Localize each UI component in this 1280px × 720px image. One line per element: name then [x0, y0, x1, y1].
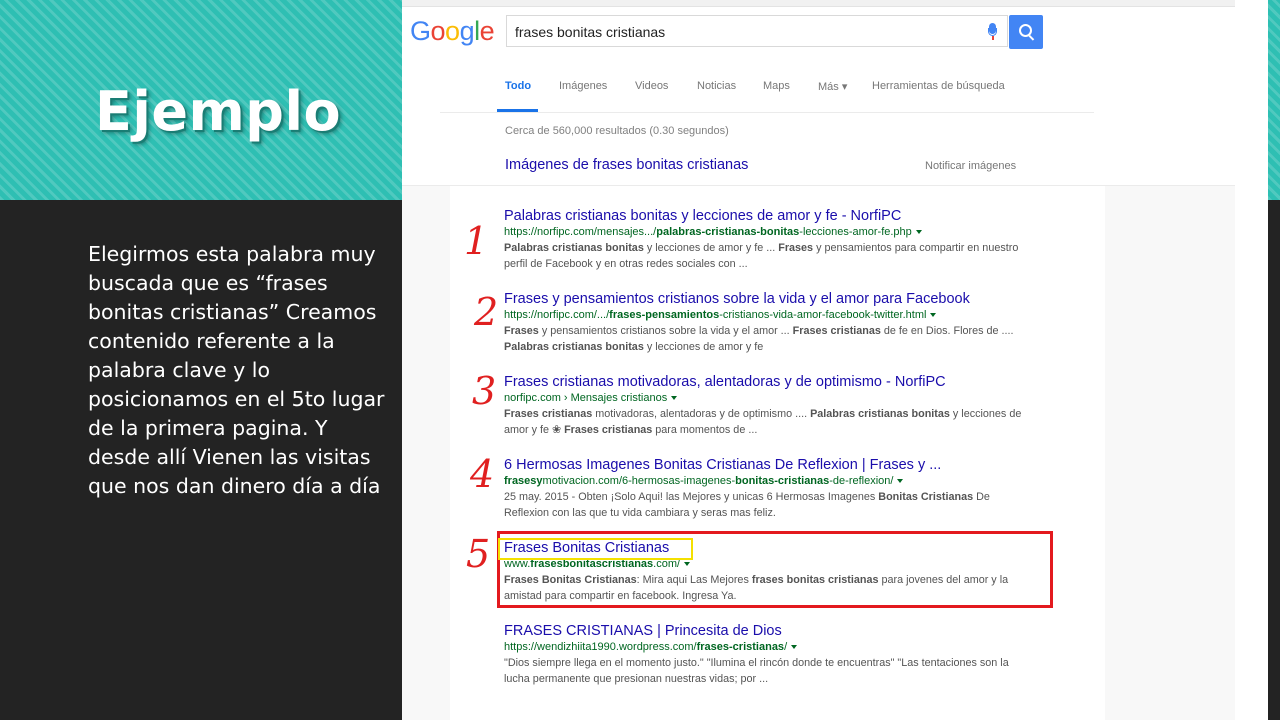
- result-url: https://norfipc.com/.../frases-pensamien…: [504, 308, 1029, 323]
- microphone-icon[interactable]: [988, 23, 997, 41]
- caret-down-icon[interactable]: [915, 230, 922, 235]
- browser-top-edge: [402, 0, 1268, 7]
- result-title-link[interactable]: Palabras cristianas bonitas y lecciones …: [504, 207, 1029, 225]
- tab-3[interactable]: Noticias: [697, 80, 736, 92]
- images-results-link[interactable]: Imágenes de frases bonitas cristianas: [505, 157, 748, 173]
- handwritten-number: 1: [464, 219, 489, 263]
- right-decor-pattern: [1268, 0, 1280, 200]
- highlight-title-5: [498, 538, 693, 560]
- result-snippet: 25 may. 2015 - Obten ¡Solo Aqui! las Mej…: [504, 491, 990, 519]
- tabs-divider: [440, 112, 1094, 113]
- results-left-margin: [402, 185, 450, 720]
- search-result: 6 Hermosas Imagenes Bonitas Cristianas D…: [504, 456, 1029, 521]
- result-url: https://wendizhiita1990.wordpress.com/fr…: [504, 640, 1029, 655]
- result-title-link[interactable]: 6 Hermosas Imagenes Bonitas Cristianas D…: [504, 456, 1029, 474]
- caret-down-icon[interactable]: [671, 396, 678, 401]
- result-snippet: "Dios siempre llega en el momento justo.…: [504, 657, 1009, 685]
- handwritten-number: 2: [474, 290, 499, 334]
- handwritten-number: 5: [466, 532, 491, 576]
- search-input[interactable]: frases bonitas cristianas: [506, 15, 1008, 47]
- search-button[interactable]: [1009, 15, 1043, 49]
- result-snippet: Frases cristianas motivadoras, alentador…: [504, 408, 1022, 436]
- search-result: Frases y pensamientos cristianos sobre l…: [504, 290, 1029, 355]
- tab-0[interactable]: Todo: [505, 80, 531, 92]
- report-images-link[interactable]: Notificar imágenes: [925, 160, 1016, 172]
- logo-letter: g: [459, 16, 475, 46]
- scrollbar[interactable]: [1235, 0, 1268, 720]
- right-decor-dark: [1268, 200, 1280, 720]
- slide-title: Ejemplo: [95, 80, 342, 143]
- result-url: https://norfipc.com/mensajes.../palabras…: [504, 225, 1029, 240]
- logo-letter: o: [430, 16, 446, 46]
- search-result: Palabras cristianas bonitas y lecciones …: [504, 207, 1029, 272]
- search-result: Frases cristianas motivadoras, alentador…: [504, 373, 1029, 438]
- google-search-screenshot: Google frases bonitas cristianas Todo Imá…: [402, 0, 1268, 720]
- result-title-link[interactable]: Frases cristianas motivadoras, alentador…: [504, 373, 1029, 391]
- result-snippet: Palabras cristianas bonitas y lecciones …: [504, 242, 1019, 270]
- slide-body-text: Elegirmos esta palabra muy buscada que e…: [88, 242, 385, 498]
- result-snippet: Frases y pensamientos cristianos sobre l…: [504, 325, 1014, 353]
- result-title-link[interactable]: FRASES CRISTIANAS | Princesita de Dios: [504, 622, 1029, 640]
- tab-6[interactable]: Herramientas de búsqueda: [872, 80, 1005, 92]
- results-right-margin: [1105, 185, 1235, 720]
- result-title-link[interactable]: Frases y pensamientos cristianos sobre l…: [504, 290, 1029, 308]
- tab-5[interactable]: Más ▾: [818, 80, 847, 93]
- tab-1[interactable]: Imágenes: [559, 80, 607, 92]
- tab-4[interactable]: Maps: [763, 80, 790, 92]
- result-url: norfipc.com › Mensajes cristianos: [504, 391, 1029, 406]
- search-query[interactable]: frases bonitas cristianas: [515, 24, 665, 40]
- search-result: FRASES CRISTIANAS | Princesita de Dios ht…: [504, 622, 1029, 687]
- result-url: frasesymotivacion.com/6-hermosas-imagene…: [504, 474, 1029, 489]
- logo-letter: o: [445, 16, 460, 46]
- tab-2[interactable]: Videos: [635, 80, 668, 92]
- google-logo[interactable]: Google: [410, 16, 495, 47]
- logo-letter: e: [479, 16, 495, 46]
- caret-down-icon[interactable]: [791, 645, 798, 650]
- handwritten-number: 4: [470, 452, 495, 496]
- caret-down-icon[interactable]: [897, 479, 904, 484]
- result-stats: Cerca de 560,000 resultados (0.30 segund…: [505, 125, 729, 137]
- handwritten-number: 3: [472, 369, 497, 413]
- results-divider: [402, 185, 1235, 186]
- logo-letter: G: [410, 16, 431, 46]
- caret-down-icon[interactable]: [930, 313, 937, 318]
